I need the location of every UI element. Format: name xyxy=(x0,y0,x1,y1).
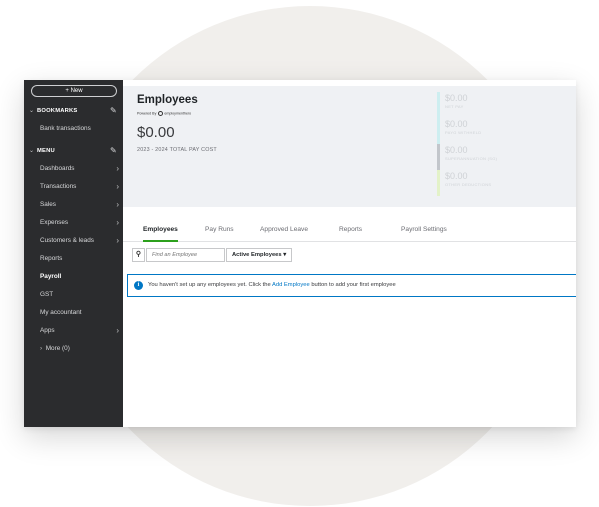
total-pay-cost-label: 2023 - 2024 TOTAL PAY COST xyxy=(137,147,217,153)
employee-search-input[interactable] xyxy=(146,248,225,262)
chevron-down-icon: ⌄ xyxy=(29,108,35,114)
stat-payg-withheld: $0.00 PAYG WITHHELD xyxy=(437,118,574,144)
sidebar-item-more[interactable]: › More (0) xyxy=(40,344,70,354)
sidebar-item-my-accountant[interactable]: My accountant xyxy=(40,308,82,318)
sidebar-item-payroll[interactable]: Payroll xyxy=(40,272,61,282)
chevron-down-icon: ⌄ xyxy=(29,148,35,154)
chevron-right-icon: › xyxy=(116,326,119,335)
sidebar-item-apps[interactable]: Apps xyxy=(40,326,55,336)
sidebar-item-reports[interactable]: Reports xyxy=(40,254,62,264)
app-window: + New ⌄ BOOKMARKS ✎ Bank transactions ⌄ ME… xyxy=(24,80,576,427)
powered-by: Powered By employmenthero xyxy=(137,111,191,116)
stat-superannuation: $0.00 SUPERANNUATION (SG) xyxy=(437,144,574,170)
stat-label: NET PAY xyxy=(445,104,464,109)
stage: + New ⌄ BOOKMARKS ✎ Bank transactions ⌄ ME… xyxy=(0,0,599,507)
chevron-right-icon: › xyxy=(116,200,119,209)
add-employee-link[interactable]: Add Employee xyxy=(272,282,310,288)
chevron-right-icon: › xyxy=(116,236,119,245)
sidebar-item-sales[interactable]: Sales xyxy=(40,200,56,210)
chevron-right-icon: › xyxy=(116,218,119,227)
info-text-before: You haven't set up any employees yet. Cl… xyxy=(148,282,272,288)
payroll-summary-header: Employees Powered By employmenthero $0.0… xyxy=(123,86,576,207)
bookmarks-label: BOOKMARKS xyxy=(37,108,78,114)
info-icon: i xyxy=(134,281,143,290)
tab-payroll-settings[interactable]: Payroll Settings xyxy=(401,226,447,242)
info-text-after: button to add your first employee xyxy=(309,282,396,288)
stat-value: $0.00 xyxy=(445,171,468,181)
stat-value: $0.00 xyxy=(445,145,468,155)
menu-header[interactable]: ⌄ MENU xyxy=(29,146,55,156)
sidebar-item-expenses[interactable]: Expenses xyxy=(40,218,68,228)
bookmarks-header[interactable]: ⌄ BOOKMARKS xyxy=(29,106,77,116)
powered-brand: employmenthero xyxy=(164,111,192,116)
info-banner: i You haven't set up any employees yet. … xyxy=(127,274,576,297)
sidebar-item-gst[interactable]: GST xyxy=(40,290,53,300)
page-title: Employees xyxy=(137,94,198,106)
edit-bookmarks-pencil-icon[interactable]: ✎ xyxy=(110,106,118,116)
chevron-right-icon: › xyxy=(116,164,119,173)
employee-status-filter[interactable]: Active Employees ▾ xyxy=(226,248,292,262)
tab-bar: Employees Pay Runs Approved Leave Report… xyxy=(123,220,576,242)
sidebar-item-transactions[interactable]: Transactions xyxy=(40,182,76,192)
edit-menu-pencil-icon[interactable]: ✎ xyxy=(110,146,118,156)
stat-value: $0.00 xyxy=(445,93,468,103)
employment-hero-logo-icon xyxy=(158,111,164,116)
sidebar-item-customers-leads[interactable]: Customers & leads xyxy=(40,236,94,246)
tab-employees[interactable]: Employees xyxy=(143,226,178,242)
tab-reports[interactable]: Reports xyxy=(339,226,362,242)
tab-approved-leave[interactable]: Approved Leave xyxy=(260,226,308,242)
stat-other-deductions: $0.00 OTHER DEDUCTIONS xyxy=(437,170,574,196)
stat-label: PAYG WITHHELD xyxy=(445,130,482,135)
search-icon[interactable]: ⚲ xyxy=(132,248,145,262)
total-pay-cost-amount: $0.00 xyxy=(137,124,175,141)
stat-net-pay: $0.00 NET PAY xyxy=(437,92,574,118)
sidebar-item-bank-transactions[interactable]: Bank transactions xyxy=(40,124,91,134)
sidebar-item-dashboards[interactable]: Dashboards xyxy=(40,164,74,174)
tab-pay-runs[interactable]: Pay Runs xyxy=(205,226,234,242)
menu-label: MENU xyxy=(37,148,55,154)
more-label: More (0) xyxy=(45,345,70,352)
sidebar: + New ⌄ BOOKMARKS ✎ Bank transactions ⌄ ME… xyxy=(24,80,123,427)
chevron-right-icon: › xyxy=(116,182,119,191)
stats-panel: $0.00 NET PAY $0.00 PAYG WITHHELD $0.00 … xyxy=(437,92,574,196)
stat-value: $0.00 xyxy=(445,119,468,129)
stat-label: SUPERANNUATION (SG) xyxy=(445,156,498,161)
new-button[interactable]: + New xyxy=(31,85,117,97)
stat-label: OTHER DEDUCTIONS xyxy=(445,182,492,187)
info-message: You haven't set up any employees yet. Cl… xyxy=(148,282,396,288)
powered-prefix: Powered By xyxy=(137,111,157,116)
